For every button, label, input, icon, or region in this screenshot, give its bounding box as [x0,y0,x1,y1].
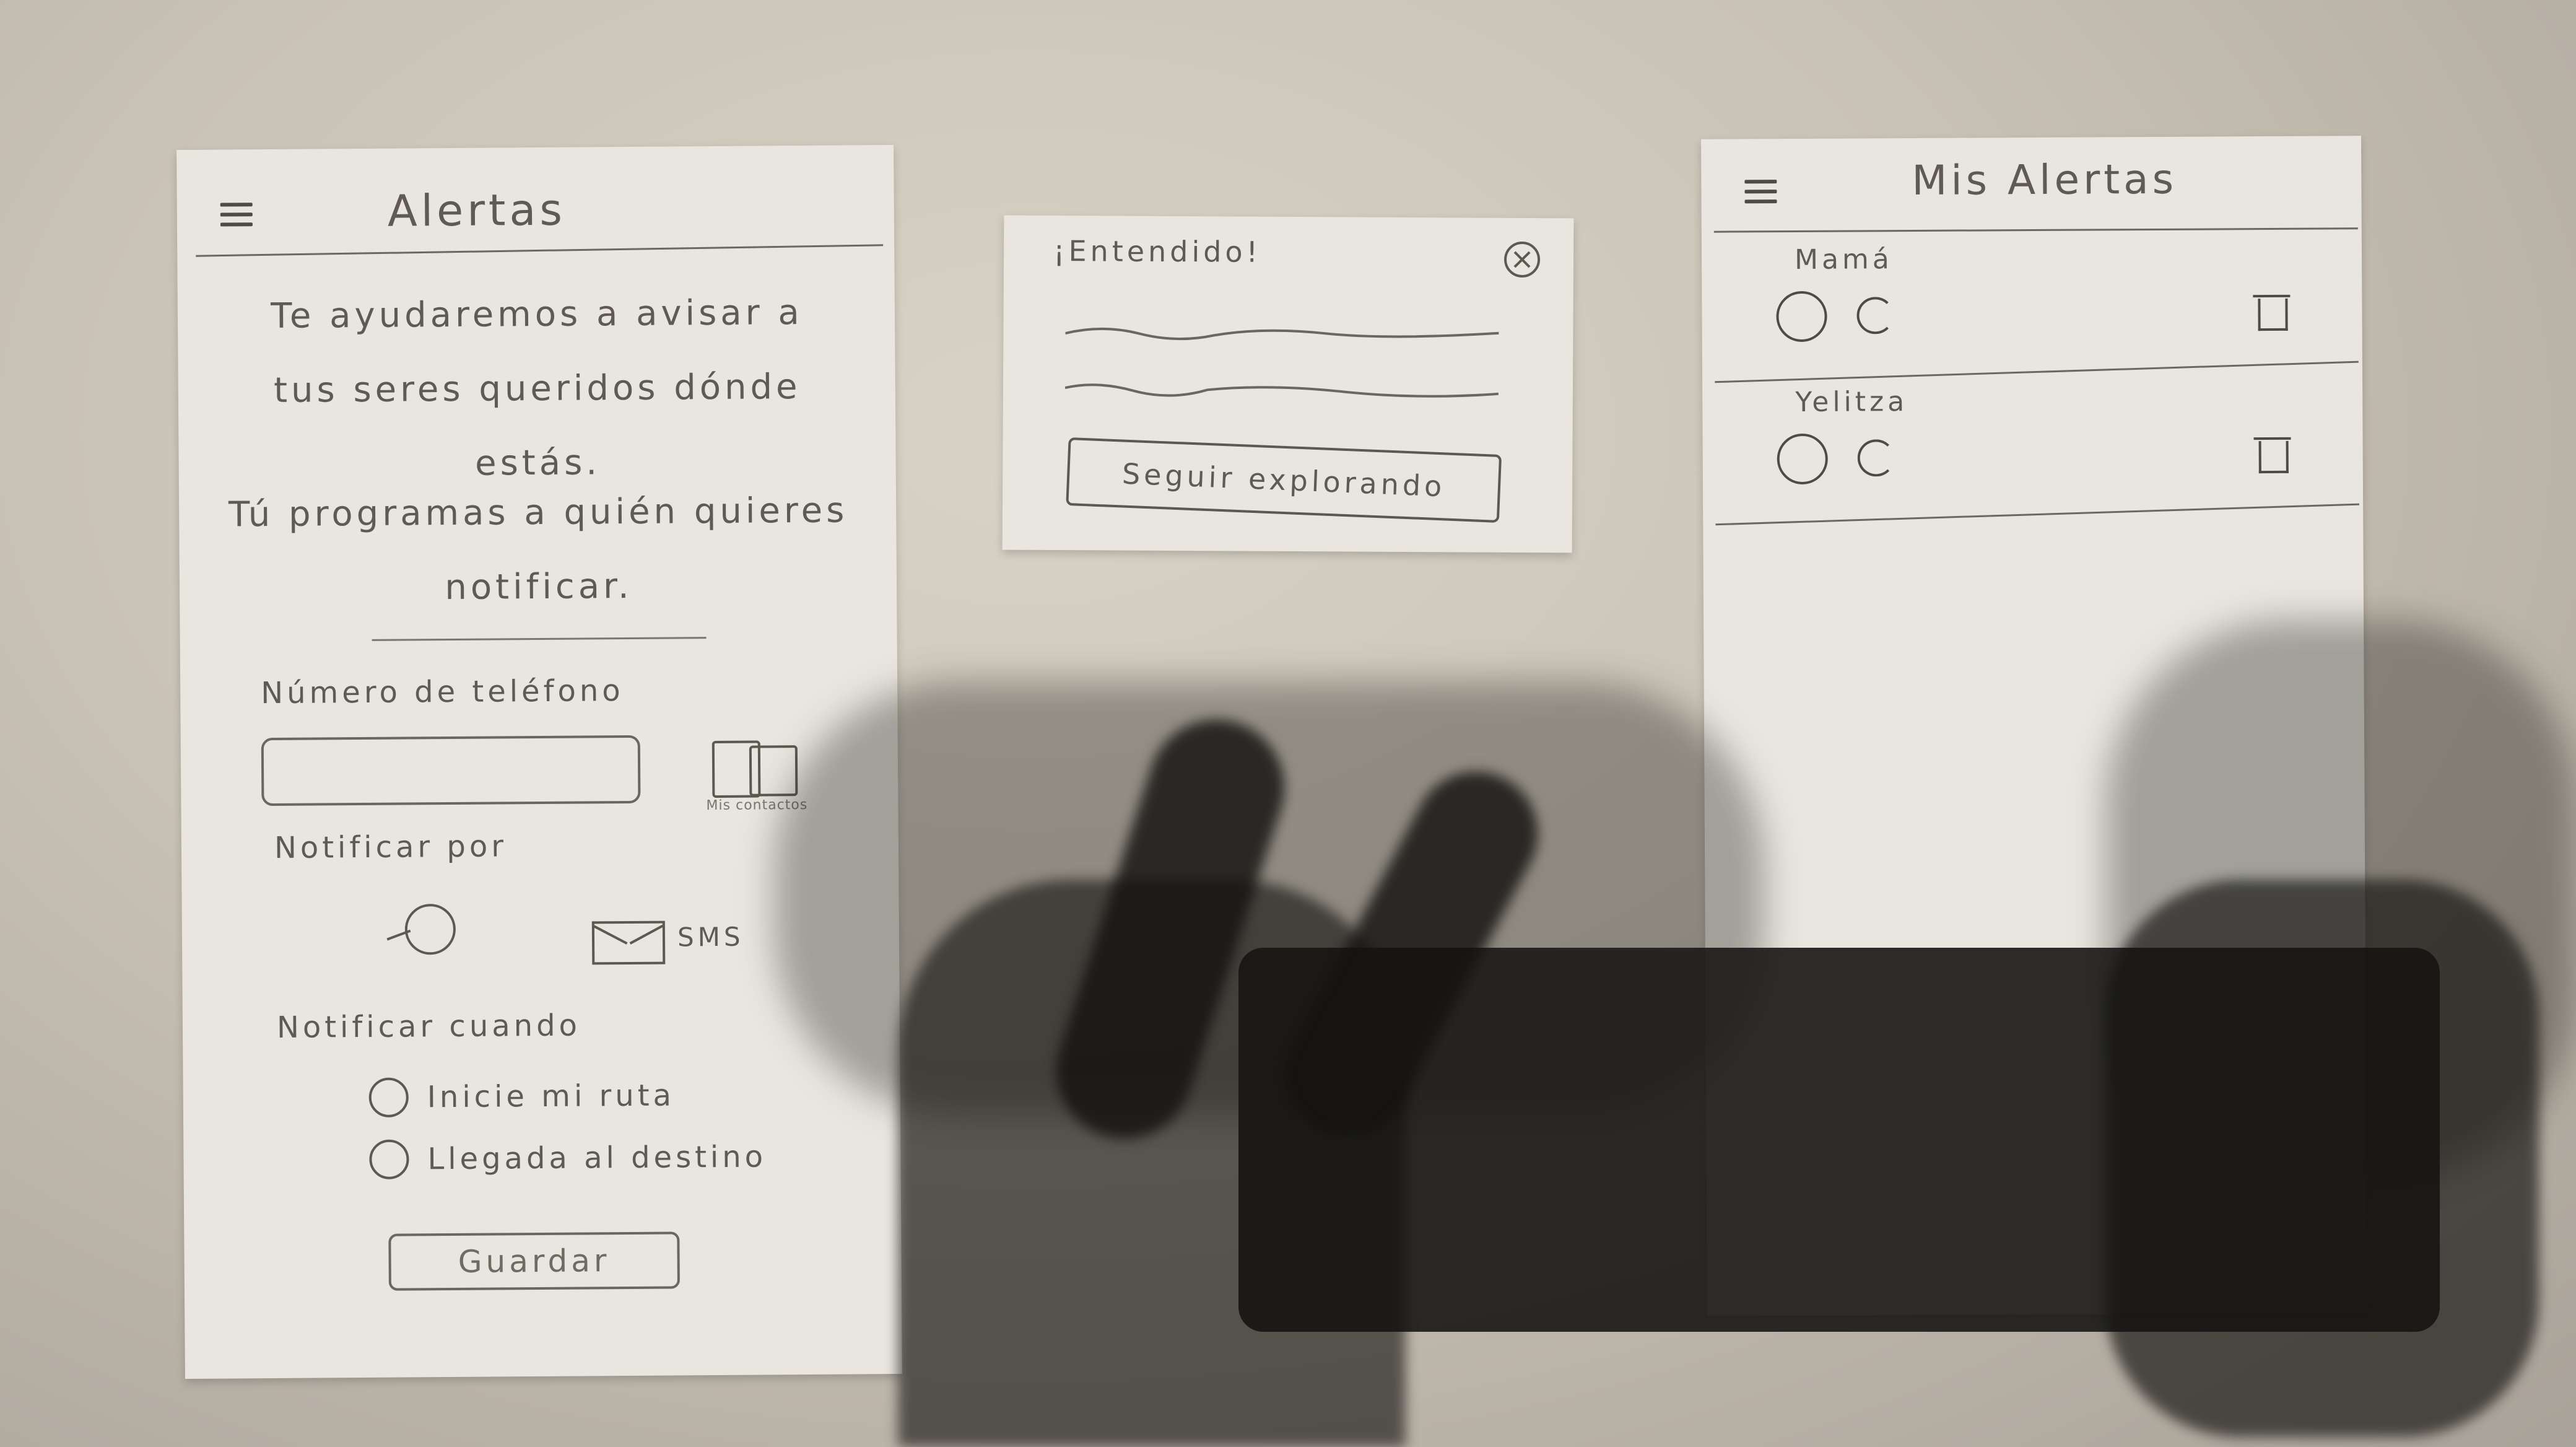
trash-icon[interactable] [2253,430,2291,474]
phone-input[interactable] [261,735,641,807]
contact-name: Yelitza [1795,386,1908,419]
photo-scene: Alertas Te ayudaremos a avisar a tus ser… [0,0,2576,1447]
instruction-line: notificar. [445,566,633,608]
row-divider [1715,503,2360,526]
header-divider [1713,227,2358,233]
page-title: Mis Alertas [1912,155,2178,205]
header-divider [196,244,884,257]
avatar [1776,291,1827,343]
intro-line: Te ayudaremos a avisar a [270,292,803,337]
radio-label: Llegada al destino [427,1139,767,1177]
sms-label: SMS [677,921,744,953]
intro-text: Te ayudaremos a avisar a tus seres queri… [202,275,872,503]
alert-list-item[interactable]: Yelitza [1702,383,2363,526]
notify-when-label: Notificar cuando [276,1008,581,1045]
notify-by-label: Notificar por [274,829,508,865]
whatsapp-icon [404,903,456,955]
alert-list-item[interactable]: Mamá [1702,241,2362,383]
instruction-line: Tú programas a quién quieres [228,490,848,535]
radio-button[interactable] [369,1139,409,1179]
continue-exploring-button[interactable]: Seguir explorando [1066,437,1502,523]
placeholder-text-line [1065,327,1499,341]
radio-button[interactable] [368,1077,409,1117]
placeholder-text-line [1064,383,1499,398]
confirmation-dialog: ¡Entendido! Seguir explorando [1002,215,1574,553]
close-icon[interactable] [1503,241,1541,278]
hand-shadow [2105,880,2539,1437]
save-button[interactable]: Guardar [388,1231,680,1291]
intro-line: tus seres queridos dónde [273,367,801,411]
whatsapp-icon [1857,439,1895,477]
whatsapp-icon [1856,297,1894,334]
radio-option-start-route[interactable]: Inicie mi ruta [368,1075,676,1117]
menu-icon[interactable] [1744,180,1777,209]
section-divider [372,637,707,641]
instruction-text: Tú programas a quién quieres notificar. [204,473,874,627]
row-divider [1715,361,2359,383]
whatsapp-option[interactable] [386,903,461,955]
avatar [1777,433,1828,485]
contacts-book-icon [749,745,798,797]
radio-label: Inicie mi ruta [427,1078,676,1115]
phone-label: Número de teléfono [261,673,624,711]
dialog-title: ¡Entendido! [1053,234,1262,269]
trash-icon[interactable] [2253,287,2291,331]
envelope-icon[interactable] [591,920,666,965]
contact-name: Mamá [1794,243,1893,276]
menu-icon[interactable] [220,203,253,232]
page-title: Alertas [387,184,567,237]
radio-option-arrival[interactable]: Llegada al destino [369,1137,767,1179]
alertas-screen: Alertas Te ayudaremos a avisar a tus ser… [176,144,902,1379]
